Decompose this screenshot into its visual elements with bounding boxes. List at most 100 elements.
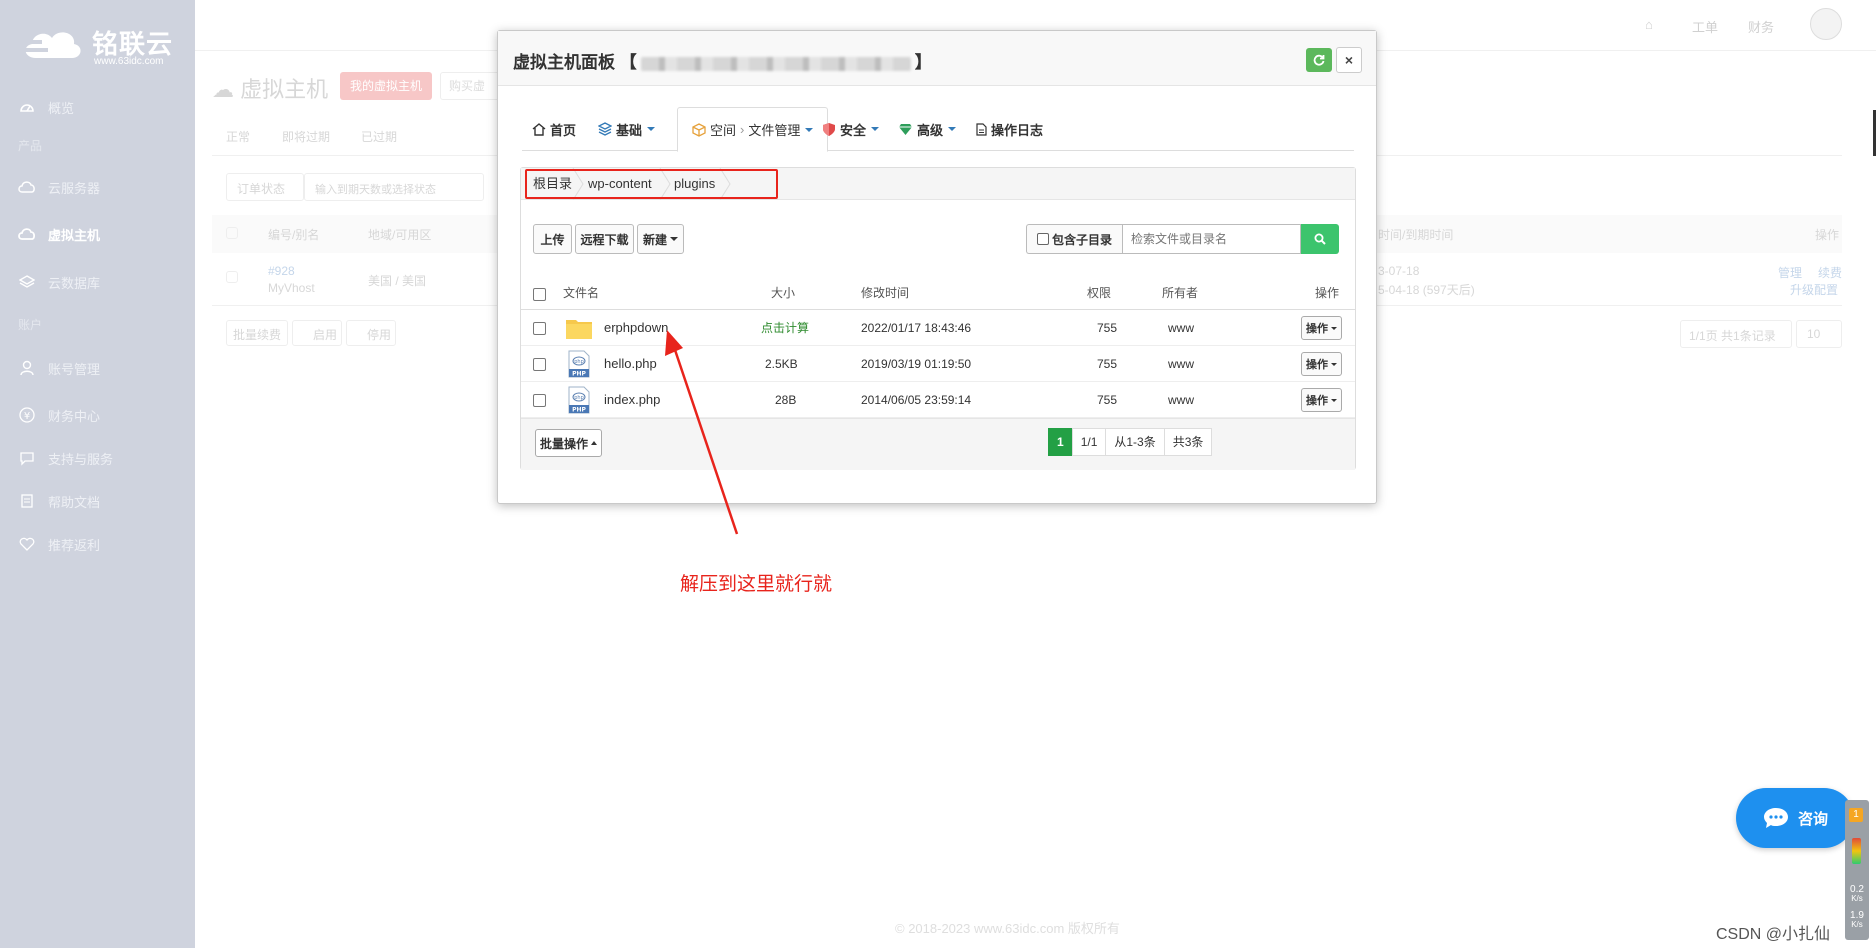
sidebar-item-virtual-host[interactable]: 虚拟主机 <box>18 223 100 245</box>
row-operation-dropdown[interactable]: 操作 <box>1301 388 1342 412</box>
chevron-down-icon <box>805 127 814 132</box>
col-size[interactable]: 大小 <box>771 276 795 310</box>
vhost-panel-modal: 虚拟主机面板 【】 × 首页 基础 空间 › 文件管理 安全 高级 操作日志 根… <box>497 30 1377 504</box>
row-checkbox[interactable] <box>226 271 238 283</box>
sidebar-item-support[interactable]: 支持与服务 <box>18 447 113 469</box>
sidebar-item-label: 帮助文档 <box>48 494 101 510</box>
row-upgrade-link[interactable]: 升级配置 <box>1790 281 1838 298</box>
select-all-checkbox[interactable] <box>226 227 238 239</box>
sidebar-item-cloud-db[interactable]: 云数据库 <box>18 271 100 293</box>
sidebar-item-account[interactable]: 账号管理 <box>18 357 100 379</box>
upload-button[interactable]: 上传 <box>533 224 572 254</box>
disable-button[interactable]: 停用 <box>346 320 396 346</box>
topbar-ticket[interactable]: 工单 <box>1692 17 1718 36</box>
tab-expired[interactable]: 已过期 <box>361 128 397 145</box>
col-filename[interactable]: 文件名 <box>563 276 599 310</box>
svg-text:PHP: PHP <box>572 407 586 414</box>
annotation-arrow <box>665 330 739 535</box>
tab-normal[interactable]: 正常 <box>226 128 250 145</box>
file-mtime: 2019/03/19 01:19:50 <box>861 357 972 371</box>
tab-security[interactable]: 安全 <box>822 107 880 151</box>
tab-operation-log[interactable]: 操作日志 <box>976 107 1043 151</box>
home-icon[interactable]: ⌂ <box>1645 17 1653 32</box>
csdn-watermark: CSDN @小扎仙 <box>1716 926 1831 943</box>
file-name[interactable]: hello.php <box>604 346 657 382</box>
sidebar-item-label: 概览 <box>48 100 75 116</box>
file-size-calc-link[interactable]: 点击计算 <box>761 310 809 346</box>
panel-tabs: 首页 基础 空间 › 文件管理 安全 高级 操作日志 <box>522 107 1354 152</box>
enable-button[interactable]: 启用 <box>292 320 342 346</box>
batch-renew-button[interactable]: 批量续费 <box>226 320 288 346</box>
chevron-down-icon <box>948 127 957 131</box>
file-permission[interactable]: 755 <box>1097 382 1117 418</box>
sidebar-item-referral[interactable]: 推荐返利 <box>18 533 100 555</box>
table-footer: 批量操作 1 1/1 从1-3条 共3条 <box>521 418 1355 470</box>
file-permission[interactable]: 755 <box>1097 310 1117 346</box>
new-button[interactable]: 新建 <box>637 224 684 254</box>
tab-home[interactable]: 首页 <box>532 107 576 151</box>
row-operation-dropdown[interactable]: 操作 <box>1301 316 1342 340</box>
page-size-select[interactable]: 10 <box>1796 320 1842 348</box>
footer-copyright: © 2018-2023 www.63idc.com 版权所有 <box>895 921 1120 936</box>
search-button[interactable] <box>1301 224 1339 254</box>
tab-expiring[interactable]: 即将过期 <box>282 128 330 145</box>
svg-text:¥: ¥ <box>24 411 30 422</box>
file-permission[interactable]: 755 <box>1097 346 1117 382</box>
svg-text:php: php <box>574 359 584 365</box>
table-row[interactable]: erphpdown 点击计算 2022/01/17 18:43:46 755 w… <box>521 310 1355 346</box>
cloud-icon <box>18 178 36 196</box>
refresh-button[interactable] <box>1306 48 1332 72</box>
tab-label: 操作日志 <box>991 122 1044 138</box>
file-mtime: 2014/06/05 23:59:14 <box>861 393 972 407</box>
chevron-down-icon <box>1331 362 1337 366</box>
status-filter[interactable]: 订单状态 <box>226 173 304 201</box>
tab-basic[interactable]: 基础 <box>598 107 656 151</box>
sidebar-item-label: 推荐返利 <box>48 537 101 553</box>
buy-button[interactable]: 购买虚 <box>440 72 500 100</box>
sidebar-item-cloud-server[interactable]: 云服务器 <box>18 176 100 198</box>
file-name[interactable]: index.php <box>604 382 660 418</box>
upload-unit: K/s <box>1851 894 1863 903</box>
cube-icon <box>692 122 706 137</box>
annotation-text: 解压到这里就行就 <box>680 574 833 595</box>
close-button[interactable]: × <box>1336 47 1362 73</box>
checkbox[interactable] <box>1036 233 1049 245</box>
row-renew-link[interactable]: 续费 <box>1818 264 1842 281</box>
remote-download-button[interactable]: 远程下载 <box>575 224 634 254</box>
batch-operation-button[interactable]: 批量操作 <box>535 429 602 457</box>
my-host-button[interactable]: 我的虚拟主机 <box>340 72 432 100</box>
file-size: 2.5KB <box>765 357 798 371</box>
tab-space-file-manager[interactable]: 空间 › 文件管理 <box>677 107 829 152</box>
file-table-header: 文件名 大小 修改时间 权限 所有者 操作 <box>521 276 1355 310</box>
table-row[interactable]: php PHP hello.php 2.5KB 2019/03/19 01:19:… <box>521 346 1355 382</box>
sidebar-item-finance[interactable]: ¥ 财务中心 <box>18 404 100 426</box>
avatar[interactable] <box>1810 8 1842 40</box>
cloud-logo-icon <box>18 32 81 58</box>
sidebar-item-docs[interactable]: 帮助文档 <box>18 490 100 512</box>
select-all-checkbox[interactable] <box>533 288 546 301</box>
filter-input[interactable]: 输入到期天数或选择状态 <box>304 173 484 201</box>
topbar-finance[interactable]: 财务 <box>1748 17 1774 36</box>
sidebar-item-overview[interactable]: 概览 <box>18 96 74 118</box>
page-total: 共3条 <box>1163 428 1213 456</box>
row-region: 美国 / 美国 <box>368 274 427 288</box>
row-checkbox[interactable] <box>533 394 546 407</box>
col-op: 操作 <box>1815 228 1840 242</box>
tab-advanced[interactable]: 高级 <box>898 107 957 151</box>
network-monitor-widget[interactable]: 1 0.2 K/s 1.9 K/s <box>1845 800 1869 940</box>
php-file-icon: php PHP <box>568 386 590 414</box>
col-mtime[interactable]: 修改时间 <box>861 276 909 310</box>
page-current[interactable]: 1 <box>1048 428 1073 456</box>
brand-logo[interactable]: 铭联云 www.63idc.com <box>18 20 188 70</box>
row-operation-dropdown[interactable]: 操作 <box>1301 352 1342 376</box>
row-checkbox[interactable] <box>533 322 546 335</box>
row-manage-link[interactable]: 管理 <box>1778 264 1802 281</box>
include-subdir-checkbox[interactable]: 包含子目录 <box>1026 224 1122 254</box>
row-checkbox[interactable] <box>533 358 546 371</box>
file-search-input[interactable] <box>1122 224 1301 254</box>
row-id[interactable]: #928 <box>268 264 295 278</box>
page-info: 1/1页 共1条记录 <box>1680 320 1792 348</box>
brand-site: www.63idc.com <box>94 56 164 67</box>
consult-button[interactable]: 咨询 <box>1736 788 1854 848</box>
table-row[interactable]: php PHP index.php 28B 2014/06/05 23:59:14… <box>521 382 1355 418</box>
